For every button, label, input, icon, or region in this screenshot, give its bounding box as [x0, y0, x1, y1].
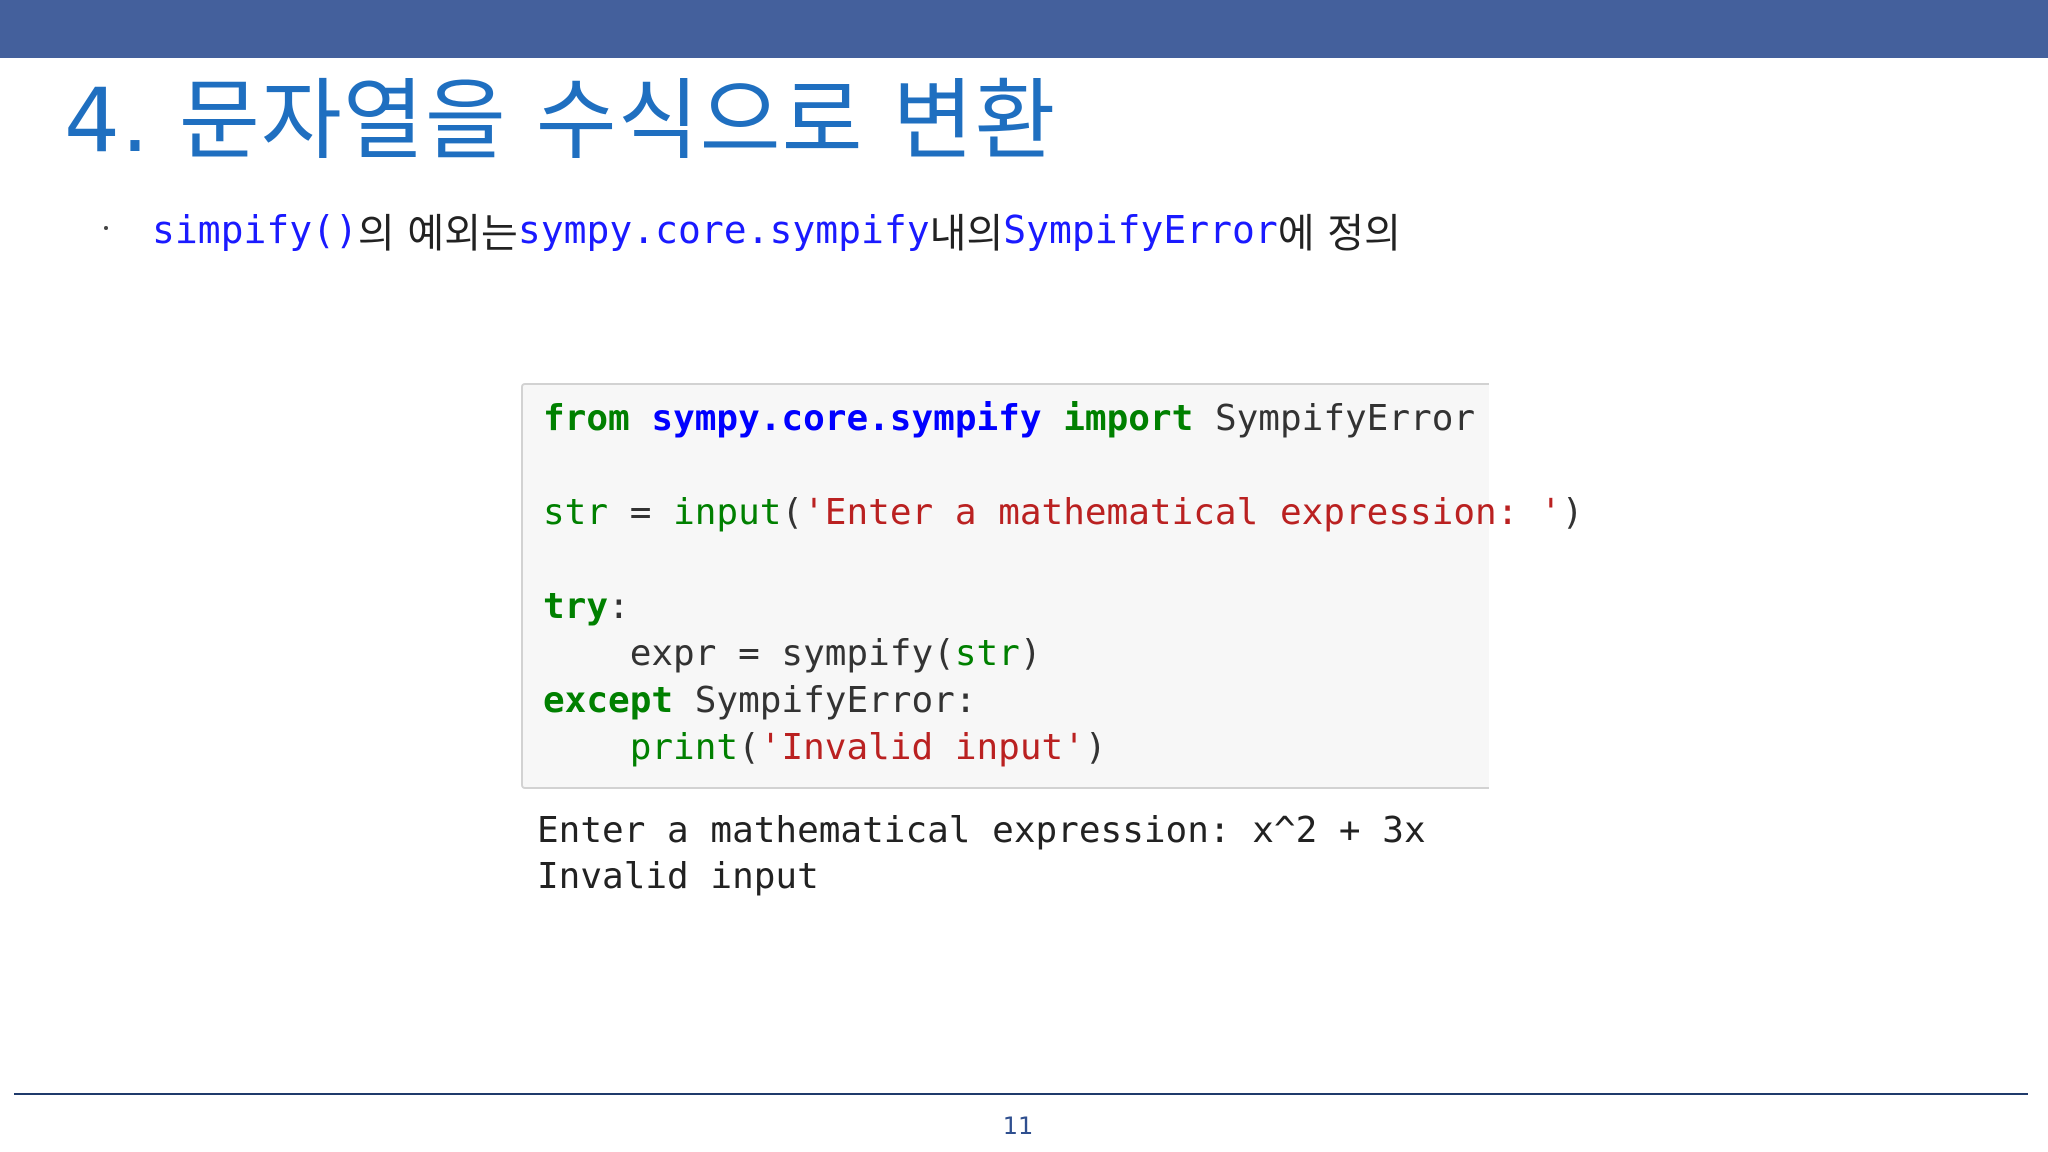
builtin-print: print [629, 727, 739, 768]
slide-title: 4. 문자열을 수식으로 변환 [64, 69, 1057, 172]
paren-open-2: ( [738, 727, 760, 768]
module-name: sympy.core.sympify [651, 398, 1042, 439]
code-line-3: try: [543, 585, 630, 629]
inline-code-module: sympy.core.sympify [517, 208, 930, 252]
except-rest: SympifyError: [673, 680, 977, 721]
keyword-import: import [1063, 398, 1194, 439]
code-line-2: str = input('Enter a mathematical expres… [543, 491, 1583, 535]
builtin-input: input [673, 492, 782, 533]
output-line-2: Invalid input [537, 856, 819, 897]
paren-close-3: ) [1084, 727, 1107, 768]
footer-divider [14, 1093, 2028, 1095]
arg-str: str [954, 633, 1020, 674]
paren-close-2: ) [1019, 633, 1042, 674]
code-cell: from sympy.core.sympify import SympifyEr… [521, 383, 1583, 789]
bullet-item: simpify() 의 예외는 sympy.core.sympify 내의 Sy… [104, 202, 1401, 258]
inline-code-error: SympifyError [1003, 208, 1278, 252]
invalid-string: 'Invalid input' [759, 727, 1085, 768]
assign-op: = [608, 492, 674, 533]
try-colon: : [608, 586, 630, 627]
assign-expr: expr = sympify( [543, 633, 955, 674]
paren-close: ) [1561, 492, 1584, 533]
bullet-text-2: 내의 [929, 211, 1004, 257]
bullet-text-3: 에 정의 [1277, 211, 1401, 257]
keyword-except: except [543, 680, 674, 721]
paren-open: ( [781, 492, 804, 533]
inline-code-simpify: simpify() [152, 208, 358, 252]
prompt-string: 'Enter a mathematical expression: ' [803, 492, 1562, 533]
keyword-try: try [543, 586, 609, 627]
code-line-1: from sympy.core.sympify import SympifyEr… [543, 397, 1475, 441]
code-line-5: except SympifyError: [543, 679, 976, 723]
keyword-from: from [543, 398, 630, 439]
bullet-dot-icon [104, 226, 108, 230]
header-bar [0, 0, 2048, 58]
bullet-text-1: 의 예외는 [357, 211, 518, 257]
code-line-4: expr = sympify(str) [543, 632, 1042, 676]
output-line-1: Enter a mathematical expression: x^2 + 3… [537, 810, 1426, 851]
code-line-6: print('Invalid input') [543, 726, 1107, 770]
import-name: SympifyError [1214, 398, 1476, 439]
var-str: str [543, 492, 609, 533]
page-number: 11 [1002, 1112, 1034, 1140]
